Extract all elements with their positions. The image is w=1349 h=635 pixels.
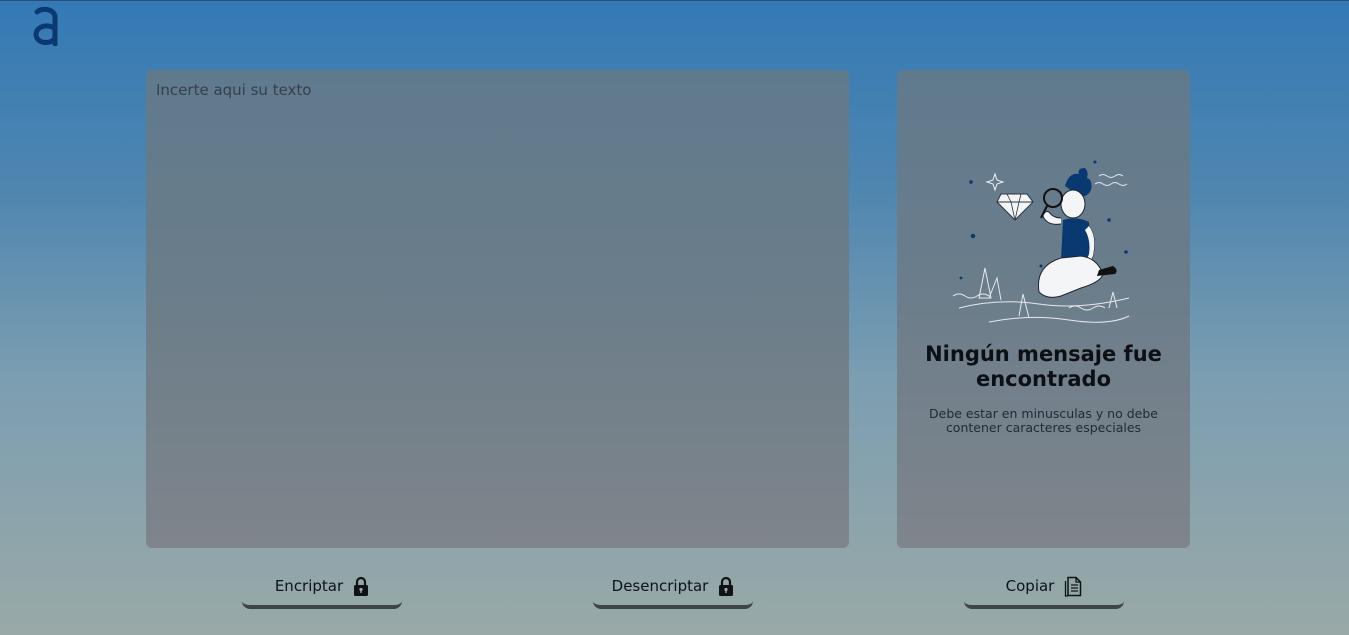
- text-input-panel: [146, 70, 849, 548]
- lock-icon: [354, 576, 369, 596]
- person-with-magnifier-illustration: [952, 160, 1130, 323]
- text-input[interactable]: [146, 70, 849, 548]
- encrypt-button-label: Encriptar: [274, 577, 344, 595]
- output-panel: Ningún mensaje fue encontrado Debe estar…: [897, 70, 1190, 548]
- no-message-title: Ningún mensaje fue encontrado: [925, 342, 1162, 391]
- lock-icon: [719, 576, 734, 596]
- copy-button-label: Copiar: [1005, 577, 1055, 595]
- alura-logo-icon[interactable]: [31, 6, 61, 46]
- encrypt-button[interactable]: Encriptar: [242, 569, 402, 609]
- copy-document-icon: [1065, 576, 1082, 597]
- copy-button[interactable]: Copiar: [964, 569, 1124, 609]
- decrypt-button[interactable]: Desencriptar: [593, 569, 753, 609]
- decrypt-button-label: Desencriptar: [611, 577, 709, 595]
- input-rules-hint: Debe estar en minusculas y no debe conte…: [929, 406, 1158, 435]
